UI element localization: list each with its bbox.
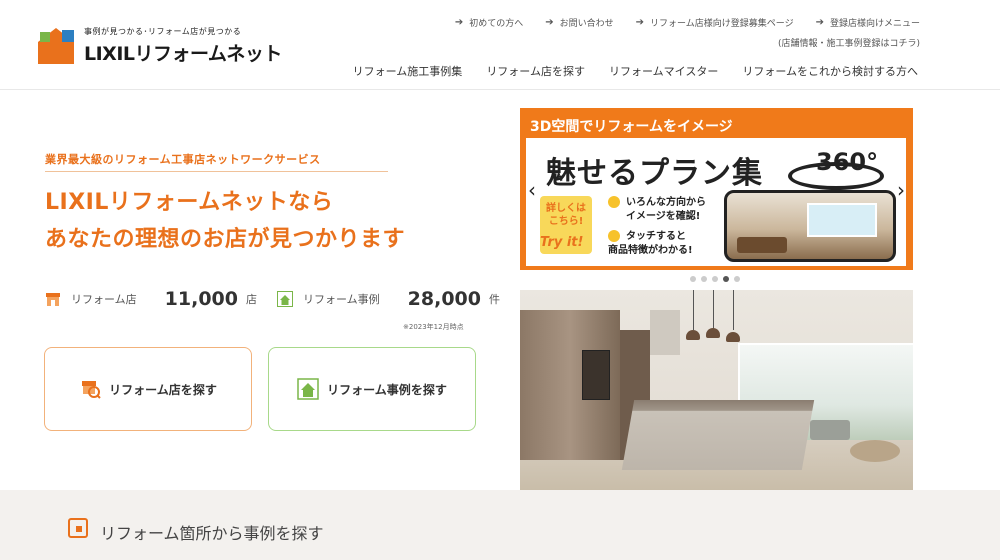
arrow-right-icon: ➔ (815, 17, 824, 28)
nav-item-find-shop[interactable]: リフォーム店を探す (486, 63, 585, 79)
stat-cases-count: 28,000 (407, 288, 481, 310)
carousel-prev-icon[interactable]: ‹ (528, 178, 536, 202)
arrow-right-icon: ➔ (635, 17, 645, 28)
nav-item-meister[interactable]: リフォームマイスター (609, 63, 718, 79)
carousel-dots (690, 276, 740, 282)
carousel-dot-active[interactable] (723, 276, 729, 282)
kitchen-photo (520, 290, 913, 490)
bottom-section: リフォーム箇所から事例を探す (0, 490, 1000, 560)
main-nav: リフォーム施工事例集 リフォーム店を探す リフォームマイスター リフォームをこれ… (353, 63, 918, 79)
room-preview-image (724, 190, 896, 262)
find-case-label: リフォーム事例を探す (327, 382, 447, 397)
site-header: 事例が見つかる･リフォーム店が見つかる LIXILリフォームネット ➔ 初めての… (0, 0, 1000, 90)
stat-cases-label: リフォーム事例 (303, 293, 380, 306)
hero-divider (45, 171, 388, 172)
stat-shops-unit: 店 (246, 293, 257, 306)
carousel-dot[interactable] (690, 276, 696, 282)
carousel-dot[interactable] (712, 276, 718, 282)
banner-panel: 魅せるプラン集 360° 詳しくは こちら! Try it! いろんな方向から … (526, 138, 906, 266)
logo-name: LIXILリフォームネット (84, 43, 282, 65)
stat-shops-label: リフォーム店 (71, 293, 137, 306)
stat-shops-count: 11,000 (164, 288, 238, 310)
site-logo[interactable]: 事例が見つかる･リフォーム店が見つかる LIXILリフォームネット (38, 26, 282, 66)
logo-tagline: 事例が見つかる･リフォーム店が見つかる (84, 27, 242, 36)
house-case-icon (297, 378, 319, 400)
carousel-next-icon[interactable]: › (897, 178, 905, 202)
util-link-contact[interactable]: ➔ お問い合わせ (545, 16, 613, 29)
shop-search-icon (79, 378, 101, 400)
hero-title-line1: LIXILリフォームネットなら (45, 190, 334, 215)
find-shop-label: リフォーム店を探す (109, 382, 217, 397)
hero-subtitle: 業界最大級のリフォーム工事店ネットワークサービス (45, 153, 321, 166)
bottom-section-title: リフォーム箇所から事例を探す (100, 524, 324, 543)
arrow-right-icon: ➔ (454, 17, 464, 28)
arrow-right-icon: ➔ (545, 17, 554, 28)
hero-title: LIXILリフォームネットなら あなたの理想のお店が見つかります (45, 184, 405, 258)
stats-row: リフォーム店 11,000 店 リフォーム事例 28,000 件 (45, 288, 520, 310)
carousel-dot[interactable] (701, 276, 707, 282)
try-it-label: Try it! (540, 235, 584, 250)
stat-cases-unit: 件 (489, 293, 500, 306)
banner-top-text: 3D空間でリフォームをイメージ (530, 119, 733, 135)
logo-mark-icon (38, 28, 74, 64)
plan-banner[interactable]: 3D空間でリフォームをイメージ 魅せるプラン集 360° 詳しくは こちら! T… (520, 108, 913, 270)
shop-icon (45, 291, 61, 307)
lightbulb-icon (608, 196, 620, 208)
carousel-dot[interactable] (734, 276, 740, 282)
hero-title-line2: あなたの理想のお店が見つかります (45, 227, 406, 252)
find-shop-button[interactable]: リフォーム店を探す (44, 347, 252, 431)
utility-links: ➔ 初めての方へ ➔ お問い合わせ ➔ リフォーム店様向け登録募集ページ ➔ 登… (455, 16, 920, 29)
banner-360-label: 360° (816, 148, 879, 176)
util-link-member-menu[interactable]: ➔ 登録店様向けメニュー (816, 16, 920, 29)
util-extra-note[interactable]: (店舗情報・施工事例登録はコチラ) (778, 36, 920, 49)
stats-note: ※2023年12月時点 (403, 323, 464, 331)
nav-item-case-studies[interactable]: リフォーム施工事例集 (353, 63, 463, 79)
find-case-button[interactable]: リフォーム事例を探す (268, 347, 476, 431)
location-search-icon (68, 518, 88, 538)
feature-touch: タッチすると 商品特徴がわかる! (608, 230, 693, 256)
case-icon (277, 291, 293, 307)
util-link-first-time[interactable]: ➔ 初めての方へ (455, 16, 523, 29)
nav-item-considering[interactable]: リフォームをこれから検討する方へ (742, 63, 918, 79)
lightbulb-icon (608, 230, 620, 242)
banner-title: 魅せるプラン集 (546, 156, 763, 191)
util-link-shop-registration[interactable]: ➔ リフォーム店様向け登録募集ページ (636, 16, 794, 29)
feature-direction: いろんな方向から イメージを確認! (608, 196, 706, 224)
